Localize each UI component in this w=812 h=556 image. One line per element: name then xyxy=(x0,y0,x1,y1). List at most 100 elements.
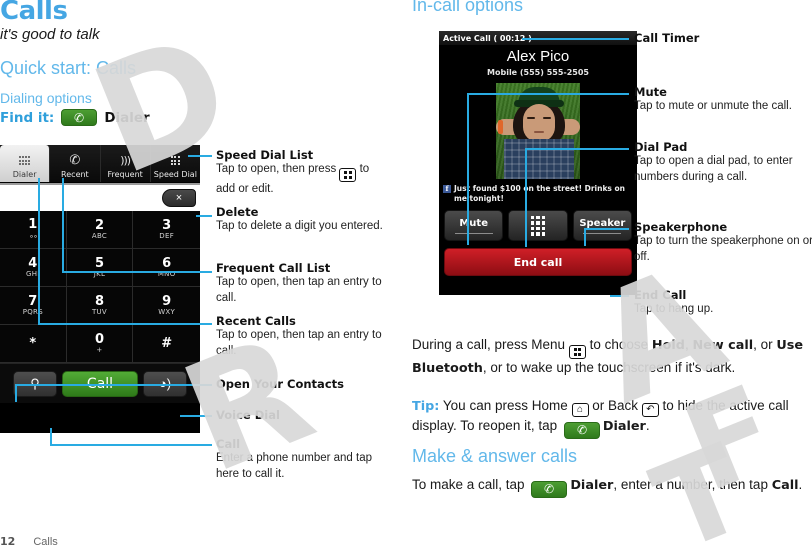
speed-dial-icon xyxy=(171,152,180,169)
leader-call-timer xyxy=(522,38,629,40)
mute-button-label: Mute xyxy=(459,217,488,229)
subsection-heading: Dialing options xyxy=(0,90,92,106)
callout-title: Voice Dial xyxy=(216,408,280,422)
key-9-num: 9 xyxy=(162,293,172,309)
key-2[interactable]: 2 ABC xyxy=(66,211,134,249)
para1-part-b: to choose xyxy=(585,337,652,352)
contact-number: Mobile (555) 555-2505 xyxy=(487,68,589,77)
tip-period: . xyxy=(645,418,650,433)
callout-speed-dial-list: Speed Dial List Tap to open, then press … xyxy=(216,148,386,197)
contact-photo xyxy=(496,83,580,179)
paragraph-tip: Tip: You can press Home ⌂ or Back ↶ to h… xyxy=(412,397,810,439)
key-1-sub: ∘∘ xyxy=(28,231,38,241)
key-8-num: 8 xyxy=(94,293,105,309)
leader-frequent-v xyxy=(62,178,64,273)
callout-title: Speed Dial List xyxy=(216,148,314,162)
key-0[interactable]: 0 + xyxy=(66,325,134,363)
para1-part-a: During a call, press Menu xyxy=(412,337,569,352)
dialer-tabbar: Dialer ✆ Recent ))) Frequent Speed Dial xyxy=(0,145,200,183)
leader-voicedial xyxy=(180,415,212,417)
key-3-sub: DEF xyxy=(159,232,175,241)
left-column: Calls it's good to talk Quick start: Cal… xyxy=(0,0,410,556)
key-9[interactable]: 9 WXY xyxy=(133,287,200,325)
keypad-grid-icon xyxy=(18,152,31,169)
section-heading: Quick start: Calls xyxy=(0,58,137,78)
option-new-call: New call xyxy=(692,338,754,353)
leader-recent-h xyxy=(38,323,212,325)
key-6[interactable]: 6 MNO xyxy=(133,249,200,287)
manual-page: D R A F T Calls it's good to talk Quick … xyxy=(0,0,812,556)
tab-speed-dial[interactable]: Speed Dial xyxy=(151,145,200,182)
social-status-text: Just found $100 on the street! Drinks on… xyxy=(454,184,626,204)
leader-mute-v xyxy=(467,93,469,245)
callout-call: Call Enter a phone number and tap here t… xyxy=(216,437,396,482)
key-hash[interactable]: # xyxy=(133,325,200,363)
callout-title: Speakerphone xyxy=(634,220,728,234)
tip-part-b: or Back xyxy=(588,398,642,413)
page-number: 12 xyxy=(0,535,16,548)
find-it-row: Find it: ✆ Dialer xyxy=(0,109,150,126)
speaker-button-label: Speaker xyxy=(579,217,626,229)
callout-body: Tap to open a dial pad, to enter numbers… xyxy=(634,155,793,183)
leader-recent-v xyxy=(38,178,40,325)
leader-endcall xyxy=(610,295,629,297)
tab-dialer-label: Dialer xyxy=(12,170,37,179)
key-5[interactable]: 5 JKL xyxy=(66,249,134,287)
find-it-label: Find it: xyxy=(0,109,55,126)
paragraph-make-call: To make a call, tap ✆ Dialer, enter a num… xyxy=(412,476,810,498)
tip-part-a: You can press Home xyxy=(439,398,572,413)
callout-title: Delete xyxy=(216,205,259,219)
contact-name: Alex Pico xyxy=(506,48,570,65)
callout-body: Tap to turn the speakerphone on or off. xyxy=(634,235,812,263)
tab-frequent[interactable]: ))) Frequent xyxy=(101,145,151,182)
dialer-screenshot: Dialer ✆ Recent ))) Frequent Speed Dial xyxy=(0,145,200,433)
make-part-a: To make a call, tap xyxy=(412,477,529,492)
tab-recent[interactable]: ✆ Recent xyxy=(50,145,101,182)
number-input-field[interactable]: × xyxy=(0,183,200,211)
incall-heading: In-call options xyxy=(412,0,524,15)
para1-or: , or xyxy=(753,337,777,352)
key-0-num: 0 xyxy=(94,331,105,347)
leader-call-h xyxy=(50,444,212,446)
facebook-icon: f xyxy=(443,185,451,193)
delete-icon[interactable]: × xyxy=(162,189,196,207)
key-5-num: 5 xyxy=(94,255,105,271)
callout-end-call: End Call Tap to hang up. xyxy=(634,288,809,318)
key-1[interactable]: 1 ∘∘ xyxy=(0,211,67,249)
tab-dialer[interactable]: Dialer xyxy=(0,145,51,182)
callout-title: Mute xyxy=(634,85,667,99)
dialer-app-icon[interactable]: ✆ xyxy=(563,421,600,439)
callout-title: Dial Pad xyxy=(634,140,688,154)
back-key-icon: ↶ xyxy=(641,403,659,417)
tip-dialer: Dialer xyxy=(602,419,646,434)
footer-chapter: Calls xyxy=(33,536,58,548)
para1-end: , or to wake up the touchscreen if it's … xyxy=(482,359,736,375)
make-dialer: Dialer xyxy=(570,478,614,493)
callout-title: End Call xyxy=(634,288,687,302)
callout-title: Frequent Call List xyxy=(216,261,331,275)
dialer-app-icon[interactable]: ✆ xyxy=(531,480,568,498)
recent-calls-icon: ✆ xyxy=(69,153,81,168)
menu-key-icon xyxy=(339,168,357,183)
key-6-num: 6 xyxy=(162,255,172,271)
mute-button[interactable]: Mute xyxy=(444,210,504,242)
key-8[interactable]: 8 TUV xyxy=(66,287,134,325)
callout-body: Tap to open, then tap an entry to call. xyxy=(216,276,382,304)
callout-title: Recent Calls xyxy=(216,314,296,328)
key-star[interactable]: * xyxy=(0,325,67,363)
end-call-button[interactable]: End call xyxy=(444,248,632,277)
speaker-button[interactable]: Speaker xyxy=(572,210,632,242)
dial-pad-button[interactable] xyxy=(508,210,568,242)
home-key-icon: ⌂ xyxy=(571,403,589,417)
key-3[interactable]: 3 DEF xyxy=(133,211,200,249)
callout-title: Call xyxy=(216,437,241,451)
callout-body: Tap to delete a digit you entered. xyxy=(216,220,383,233)
key-4[interactable]: 4 GHI xyxy=(0,249,67,287)
option-hold: Hold xyxy=(651,338,685,353)
leader-delete xyxy=(196,215,212,217)
key-7[interactable]: 7 PQRS xyxy=(0,287,67,325)
leader-mute-h xyxy=(467,93,629,95)
callout-title: Call Timer xyxy=(634,31,700,45)
key-3-num: 3 xyxy=(162,217,172,233)
dialer-app-icon[interactable]: ✆ xyxy=(61,109,98,126)
